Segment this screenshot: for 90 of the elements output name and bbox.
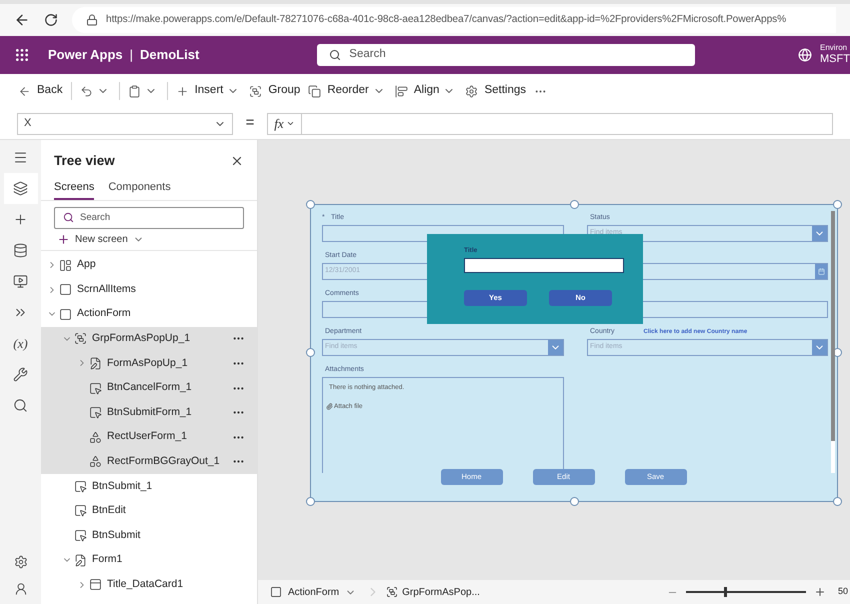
app-icon <box>59 258 72 272</box>
search-icon <box>329 49 342 61</box>
scrollbar[interactable] <box>831 211 835 473</box>
resize-handle[interactable] <box>570 200 579 209</box>
product-name: Power Apps <box>48 46 123 64</box>
panel-tab[interactable]: Components <box>108 179 171 200</box>
resize-handle[interactable] <box>833 200 842 209</box>
formula-field[interactable]: fx <box>267 112 833 134</box>
layers-icon <box>308 84 322 98</box>
button-control-icon <box>89 406 102 420</box>
search-icon <box>63 212 74 224</box>
screen-icon <box>59 283 72 296</box>
tree-item[interactable]: GrpFormAsPopUp_1 <box>41 326 257 352</box>
tree-item[interactable]: BtnEdit <box>41 498 257 524</box>
toolbar-button[interactable]: Reorder <box>304 78 373 104</box>
panel-title: Tree view <box>54 152 115 170</box>
resize-handle[interactable] <box>833 497 842 506</box>
address-bar[interactable]: https://make.powerapps.com/e/Default-78271076-c68a-401c-98c8-aea128edbea7/canvas/?action=edit&app-id=%2Fproviders%2FMicrosoft.PowerApps% <box>72 7 836 33</box>
resize-handle[interactable] <box>306 497 315 506</box>
environment-icon[interactable] <box>798 48 812 62</box>
dropdown-chevron-icon[interactable] <box>812 340 827 355</box>
app-name: DemoList <box>140 46 200 64</box>
group-icon <box>386 586 398 598</box>
toolbar-button[interactable]: Group <box>245 78 304 104</box>
variables-icon[interactable]: (x) <box>4 328 38 359</box>
tree-item[interactable]: FormAsPopUp_1 <box>41 351 257 376</box>
button-control-icon <box>74 504 87 518</box>
calendar-icon[interactable] <box>815 264 827 279</box>
settings-icon <box>465 84 478 98</box>
tree-item[interactable]: App <box>41 252 257 278</box>
equals-sign: = <box>244 113 256 134</box>
screen-icon <box>59 308 72 321</box>
shapes-icon <box>89 455 102 468</box>
tree-item[interactable]: Form1 <box>41 548 257 572</box>
tree-search-field[interactable]: Search <box>54 206 244 229</box>
toolbar-button[interactable]: Align <box>390 78 444 104</box>
screen-icon <box>270 586 282 598</box>
zoom-percentage: 50 <box>838 585 850 598</box>
screen-selector[interactable]: ActionForm <box>258 580 366 604</box>
tree-item[interactable]: BtnCancelForm_1 <box>41 376 257 400</box>
zoom-in-icon[interactable] <box>814 586 826 598</box>
refresh-icon[interactable] <box>44 13 58 27</box>
header-separator: | <box>130 46 134 64</box>
card-icon <box>89 578 102 592</box>
dropdown-chevron-icon[interactable] <box>812 226 827 241</box>
resize-handle[interactable] <box>570 497 579 506</box>
environment-name: MSFT <box>820 53 850 67</box>
tree-item[interactable]: BtnSubmit_1 <box>41 474 257 499</box>
dropdown-chevron-icon[interactable] <box>548 340 563 355</box>
back-arrow-icon <box>18 84 31 98</box>
app-launcher-icon[interactable] <box>14 47 30 63</box>
panel-tab[interactable]: Screens <box>54 179 94 200</box>
shapes-icon <box>89 430 102 444</box>
plus-icon <box>57 232 70 246</box>
zoom-slider[interactable] <box>686 587 806 597</box>
new-screen-button[interactable]: New screen <box>41 228 257 251</box>
toolbar-button[interactable]: Insert <box>172 78 228 104</box>
toolbar-button[interactable]: Settings <box>461 78 530 104</box>
tree-item[interactable]: ScrnAllItems <box>41 277 257 302</box>
button-control-icon <box>74 480 87 493</box>
tree-item[interactable]: Title_DataCard1 <box>41 572 257 598</box>
search-field[interactable]: Search <box>317 44 696 66</box>
group-icon <box>74 332 87 346</box>
resize-handle[interactable] <box>306 348 315 357</box>
form-icon <box>74 554 87 567</box>
resize-handle[interactable] <box>306 200 315 209</box>
lock-icon <box>86 14 98 26</box>
toolbar-button[interactable]: Back <box>14 78 67 104</box>
plus-icon <box>176 84 189 98</box>
align-icon <box>394 84 408 98</box>
button-control-icon <box>89 382 102 395</box>
group-icon <box>249 84 262 98</box>
tree-item[interactable]: BtnSubmitForm_1 <box>41 400 257 425</box>
button-control-icon <box>74 529 87 542</box>
chevron-down-icon <box>286 119 295 128</box>
paperclip-icon <box>326 403 333 410</box>
environment-label: Environ <box>820 43 848 54</box>
tree-item[interactable]: BtnSubmit <box>41 523 257 548</box>
selection-breadcrumb[interactable]: GrpFormAsPop... <box>386 584 480 600</box>
fx-button[interactable]: fx <box>268 114 302 134</box>
url-text: https://make.powerapps.com/e/Default-78271076-c68a-401c-98c8-aea128edbea7/canvas/?action=edit&app-id=%2Fproviders%2FMicrosoft.PowerApps% <box>106 13 786 28</box>
calendar-glyph-icon <box>818 268 824 275</box>
tree-item[interactable]: ActionForm <box>41 302 257 327</box>
form-icon <box>89 356 102 370</box>
tree-item[interactable]: RectFormBGGrayOut_1 <box>41 450 257 474</box>
zoom-slider-thumb[interactable] <box>724 587 728 597</box>
property-dropdown[interactable]: X <box>17 112 233 134</box>
popup-input[interactable] <box>464 258 624 273</box>
tree-item[interactable]: RectUserForm_1 <box>41 424 257 450</box>
layers-icon[interactable] <box>4 173 38 204</box>
